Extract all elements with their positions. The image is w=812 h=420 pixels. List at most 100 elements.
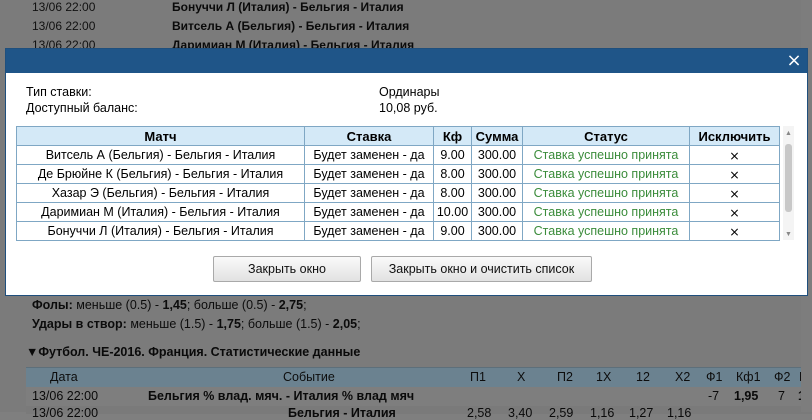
exclude-icon[interactable]: ×	[689, 145, 780, 165]
sum-cell: 300.00	[471, 221, 523, 241]
kf-cell: 8.00	[433, 183, 472, 203]
status-cell: Ставка успешно принята	[522, 221, 690, 241]
bets-table: Матч Ставка Кф Сумма Статус Исключить Ви…	[16, 126, 780, 241]
bg-f2: 7	[778, 389, 785, 403]
bg-header-cell: 1X	[596, 370, 612, 384]
table-scrollbar[interactable]: ▲ ▼	[783, 126, 794, 240]
table-row: Де Брюйне К (Бельгия) - Бельгия - Италия…	[16, 164, 780, 184]
bg-stat-end: ;	[357, 317, 361, 331]
bg-header-cell: Ф2	[774, 370, 791, 384]
bg-table-header: Дата Событие П1 X П2 1X 12 X2 Ф1 Кф1 Ф2 …	[26, 367, 812, 388]
kf-cell: 9.00	[433, 221, 472, 241]
bet-cell: Будет заменен - да	[304, 221, 434, 241]
bg-stat-line: Удары в створ: меньше (1.5) - 1,75; боль…	[32, 317, 361, 331]
match-cell: Даримиан М (Италия) - Бельгия - Италия	[16, 202, 305, 222]
bg-header-cell: П2	[557, 370, 573, 384]
bg-header-cell: X2	[675, 370, 691, 384]
bet-cell: Будет заменен - да	[304, 202, 434, 222]
bg-x2[interactable]: 1,16	[667, 406, 691, 420]
sum-cell: 300.00	[471, 202, 523, 222]
table-row: Хазар Э (Бельгия) - Бельгия - Италия Буд…	[16, 183, 780, 203]
sum-cell: 300.00	[471, 145, 523, 165]
bg-stat-more: ; больше (0.5) -	[186, 298, 276, 312]
bg-p2[interactable]: 2,59	[549, 406, 573, 420]
bet-result-dialog: × Тип ставки: Ординары Доступный баланс:…	[5, 48, 808, 296]
column-header-exclude: Исключить	[689, 126, 780, 146]
bg-date: 13/06 22:00	[32, 19, 96, 33]
status-cell: Ставка успешно принята	[522, 164, 690, 184]
bg-header-cell: П1	[470, 370, 486, 384]
bg-event: Бельгия % влад. мяч. - Италия % влад мяч	[148, 389, 415, 403]
bg-12[interactable]: 1,27	[629, 406, 653, 420]
status-cell: Ставка успешно принята	[522, 202, 690, 222]
match-cell: Витсель А (Бельгия) - Бельгия - Италия	[16, 145, 305, 165]
close-and-clear-button[interactable]: Закрыть окно и очистить список	[371, 256, 592, 282]
balance-value: 10,08 руб.	[379, 101, 438, 115]
bg-table-row[interactable]: 13/06 22:00 Витсель А (Бельгия) - Бельги…	[0, 17, 812, 36]
bg-table-row[interactable]: 13/06 22:00 Бельгия % влад. мяч. - Итали…	[26, 387, 812, 406]
bg-1x[interactable]: 1,16	[590, 406, 614, 420]
scroll-down-icon[interactable]: ▼	[785, 231, 792, 238]
sum-cell: 300.00	[471, 183, 523, 203]
table-row: Витсель А (Бельгия) - Бельгия - Италия Б…	[16, 145, 780, 165]
bg-kf1[interactable]: 1,95	[734, 389, 758, 403]
match-cell: Де Брюйне К (Бельгия) - Бельгия - Италия	[16, 164, 305, 184]
bg-stat-less: меньше (1.5) -	[130, 317, 214, 331]
bet-type-label: Тип ставки:	[26, 85, 92, 99]
bg-section-title[interactable]: ▼Футбол. ЧЕ-2016. Франция. Статистически…	[26, 345, 360, 359]
bg-stat-end: ;	[303, 298, 307, 312]
column-header-status: Статус	[522, 126, 690, 146]
match-cell: Хазар Э (Бельгия) - Бельгия - Италия	[16, 183, 305, 203]
scroll-up-icon[interactable]: ▲	[785, 130, 792, 137]
bg-stat-less-value[interactable]: 1,45	[163, 298, 187, 312]
bg-f1: -7	[708, 389, 720, 403]
bg-stat-less-value[interactable]: 1,75	[217, 317, 241, 331]
status-cell: Ставка успешно принята	[522, 145, 690, 165]
bg-p1[interactable]: 2,58	[467, 406, 491, 420]
bg-stat-label: Фолы:	[32, 298, 73, 312]
exclude-icon[interactable]: ×	[689, 202, 780, 222]
close-window-button[interactable]: Закрыть окно	[213, 256, 361, 282]
bg-header-cell: X	[517, 370, 526, 384]
bg-header-cell: 12	[636, 370, 650, 384]
bets-table-container: Матч Ставка Кф Сумма Статус Исключить Ви…	[16, 126, 794, 241]
status-cell: Ставка успешно принята	[522, 183, 690, 203]
exclude-icon[interactable]: ×	[689, 164, 780, 184]
scroll-thumb[interactable]	[785, 144, 792, 212]
bg-stat-less: меньше (0.5) -	[76, 298, 160, 312]
bet-cell: Будет заменен - да	[304, 145, 434, 165]
bg-stat-more: ; больше (1.5) -	[240, 317, 330, 331]
bet-type-value: Ординары	[379, 85, 440, 99]
exclude-icon[interactable]: ×	[689, 221, 780, 241]
match-cell: Бонуччи Л (Италия) - Бельгия - Италия	[16, 221, 305, 241]
dialog-titlebar: ×	[6, 49, 807, 73]
bg-stat-more-value[interactable]: 2,05	[333, 317, 357, 331]
bg-event: Бельгия - Италия	[288, 406, 396, 420]
bg-event: Витсель А (Бельгия) - Бельгия - Италия	[172, 19, 410, 33]
bg-stat-more-value[interactable]: 2,75	[279, 298, 303, 312]
bet-cell: Будет заменен - да	[304, 183, 434, 203]
bg-date: 13/06 22:00	[32, 406, 99, 420]
bg-header-cell: Событие	[283, 370, 335, 384]
kf-cell: 8.00	[433, 164, 472, 184]
bg-date: 13/06 22:00	[32, 0, 96, 14]
bg-x[interactable]: 3,40	[508, 406, 532, 420]
kf-cell: 10.00	[433, 202, 472, 222]
column-header-sum: Сумма	[471, 126, 523, 146]
table-row: Даримиан М (Италия) - Бельгия - Италия Б…	[16, 202, 780, 222]
bg-table-row[interactable]: 13/06 22:00 Бонуччи Л (Италия) - Бельгия…	[0, 0, 812, 17]
sum-cell: 300.00	[471, 164, 523, 184]
column-header-match: Матч	[16, 126, 305, 146]
column-header-kf: Кф	[433, 126, 472, 146]
close-icon[interactable]: ×	[784, 51, 804, 71]
bg-stat-line: Фолы: меньше (0.5) - 1,45; больше (0.5) …	[32, 298, 307, 312]
balance-label: Доступный баланс:	[26, 101, 138, 115]
bg-header-cell: Ф1	[706, 370, 723, 384]
exclude-icon[interactable]: ×	[689, 183, 780, 203]
bet-cell: Будет заменен - да	[304, 164, 434, 184]
bg-table-row[interactable]: 13/06 22:00 Бельгия - Италия 2,58 3,40 2…	[26, 406, 812, 420]
table-header-row: Матч Ставка Кф Сумма Статус Исключить	[16, 126, 780, 146]
kf-cell: 9.00	[433, 145, 472, 165]
column-header-bet: Ставка	[304, 126, 434, 146]
bg-date: 13/06 22:00	[32, 389, 99, 403]
